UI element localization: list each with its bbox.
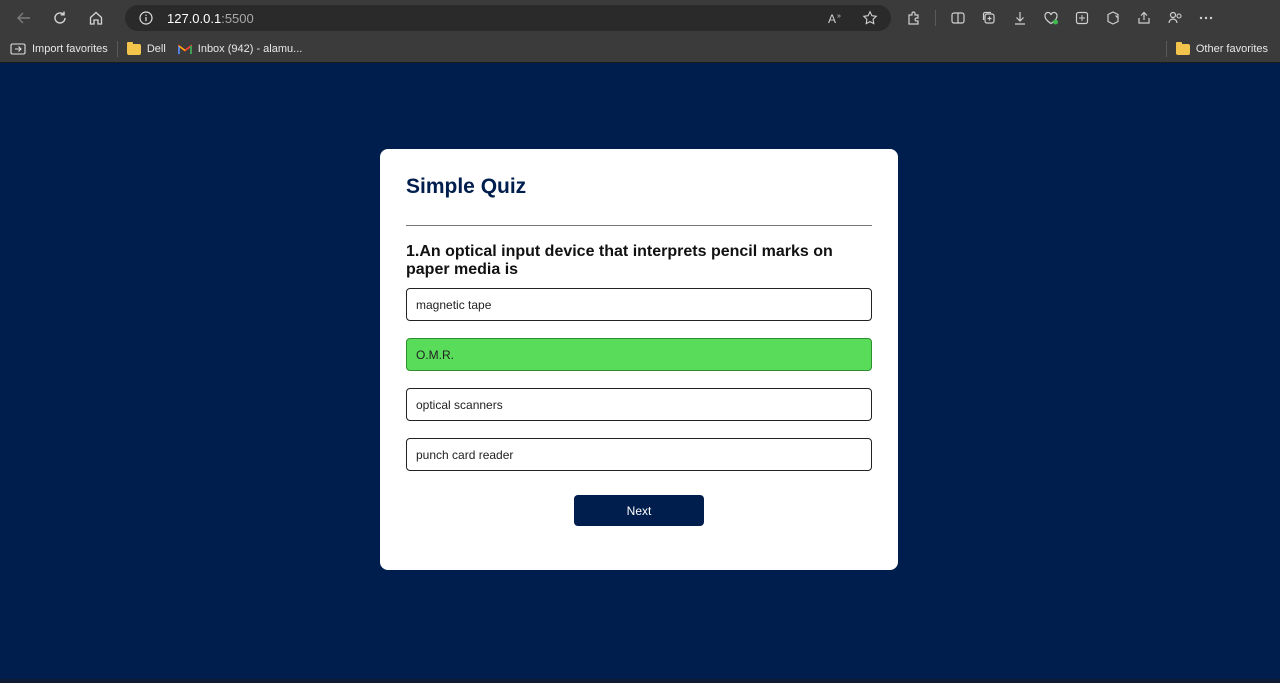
toolbar-divider	[935, 10, 936, 26]
taskbar-edge	[0, 679, 1280, 683]
answer-list: magnetic tape O.M.R. optical scanners pu…	[406, 288, 872, 488]
read-aloud-icon[interactable]: A»	[825, 7, 847, 29]
fav-dell[interactable]: Dell	[121, 38, 172, 60]
fav-other-favorites[interactable]: Other favorites	[1170, 38, 1274, 60]
favorites-divider	[116, 41, 118, 57]
answer-button[interactable]: optical scanners	[406, 388, 872, 421]
fav-gmail-inbox[interactable]: Inbox (942) - alamu...	[172, 38, 309, 60]
fav-label: Inbox (942) - alamu...	[197, 43, 303, 55]
collections-icon[interactable]	[973, 0, 1004, 36]
downloads-icon[interactable]	[1004, 0, 1035, 36]
back-arrow-icon	[17, 12, 30, 24]
more-menu-icon[interactable]	[1190, 0, 1221, 36]
browser-essentials-icon[interactable]	[1035, 0, 1066, 36]
title-divider	[406, 225, 872, 226]
folder-icon	[126, 41, 141, 55]
quiz-card: Simple Quiz 1.An optical input device th…	[380, 149, 898, 570]
refresh-button[interactable]	[42, 0, 78, 36]
fav-label: Dell	[146, 43, 166, 55]
refresh-icon	[54, 11, 66, 24]
home-button[interactable]	[78, 0, 114, 36]
screenshot-icon[interactable]	[1066, 0, 1097, 36]
share-icon[interactable]	[1128, 0, 1159, 36]
copilot-icon[interactable]	[1097, 0, 1128, 36]
answer-button[interactable]: punch card reader	[406, 438, 872, 471]
fav-label: Other favorites	[1195, 43, 1268, 55]
svg-text:A: A	[828, 12, 836, 25]
info-icon[interactable]	[138, 10, 154, 26]
gmail-icon	[177, 43, 192, 55]
url-host: 127.0.0.1	[167, 10, 222, 26]
favorite-star-icon[interactable]	[859, 7, 881, 29]
import-icon	[10, 42, 26, 56]
answer-button[interactable]: magnetic tape	[406, 288, 872, 321]
split-screen-icon[interactable]	[942, 0, 973, 36]
back-button[interactable]	[6, 0, 42, 36]
svg-text:»: »	[837, 13, 841, 20]
profile-connections-icon[interactable]	[1159, 0, 1190, 36]
favorites-bar: Import favorites Dell Inbox (942) - alam…	[0, 36, 1280, 63]
favorites-divider	[1165, 41, 1167, 57]
address-bar[interactable]: 127.0.0.1:5500 A»	[125, 5, 891, 31]
fav-import-favorites[interactable]: Import favorites	[4, 38, 114, 60]
next-button[interactable]: Next	[574, 495, 704, 526]
url-text[interactable]: 127.0.0.1:5500	[167, 11, 254, 26]
browser-toolbar: 127.0.0.1:5500 A»	[0, 0, 1280, 36]
fav-label: Import favorites	[32, 43, 108, 55]
url-port: :5500	[221, 10, 254, 26]
answer-button-correct[interactable]: O.M.R.	[406, 338, 872, 371]
folder-icon	[1175, 41, 1190, 55]
extensions-icon[interactable]	[898, 0, 929, 36]
browser-tools	[898, 0, 1221, 36]
home-icon	[89, 11, 103, 25]
quiz-title: Simple Quiz	[406, 175, 527, 198]
question-text: 1.An optical input device that interpret…	[406, 243, 833, 278]
